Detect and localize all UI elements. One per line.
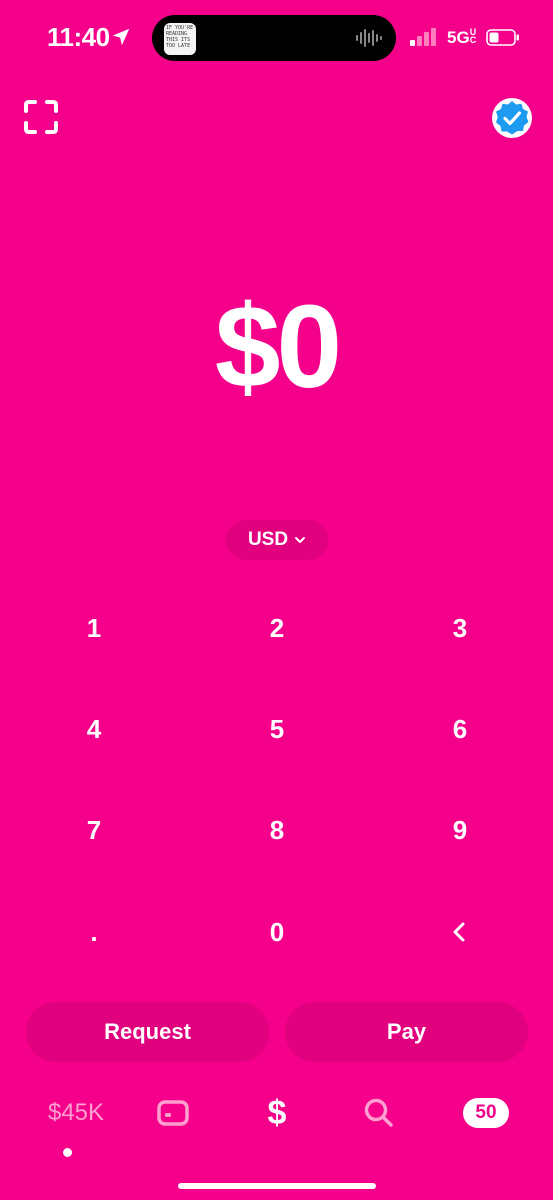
key-3[interactable]: 3: [400, 578, 520, 678]
dynamic-island[interactable]: IF YOU'RE READING THIS ITS TOO LATE: [152, 15, 396, 61]
cellular-signal-icon: [410, 28, 436, 46]
home-indicator[interactable]: [178, 1183, 376, 1189]
key-backspace[interactable]: [400, 882, 520, 982]
amount-display: $0: [214, 281, 342, 413]
tab-card[interactable]: [156, 1097, 190, 1129]
key-4[interactable]: 4: [34, 679, 154, 779]
audio-waveform-icon: [356, 29, 382, 47]
currency-label: USD: [247, 529, 289, 550]
chevron-down-icon: [295, 537, 306, 543]
search-icon: [364, 1098, 393, 1127]
key-decimal[interactable]: .: [34, 882, 154, 982]
key-5[interactable]: 5: [217, 679, 337, 779]
card-icon: [157, 1100, 189, 1126]
key-2[interactable]: 2: [217, 578, 337, 678]
key-8[interactable]: 8: [217, 780, 337, 880]
tab-money[interactable]: $: [260, 1094, 294, 1132]
battery-icon: [486, 29, 519, 46]
tab-activity-badge[interactable]: 50: [463, 1098, 509, 1128]
now-playing-thumbnail: IF YOU'RE READING THIS ITS TOO LATE: [164, 23, 196, 55]
qr-scan-icon[interactable]: [24, 100, 58, 134]
key-9[interactable]: 9: [400, 780, 520, 880]
network-type: 5GUC: [447, 27, 477, 48]
request-button[interactable]: Request: [26, 1002, 269, 1062]
tab-balance[interactable]: $45K: [36, 1098, 116, 1128]
status-time: 11:40: [47, 22, 110, 52]
active-tab-indicator: [63, 1148, 72, 1157]
location-arrow-icon: [112, 28, 130, 46]
key-0[interactable]: 0: [217, 882, 337, 982]
key-1[interactable]: 1: [34, 578, 154, 678]
key-7[interactable]: 7: [34, 780, 154, 880]
pay-button[interactable]: Pay: [285, 1002, 528, 1062]
key-6[interactable]: 6: [400, 679, 520, 779]
backspace-chevron-icon: [453, 922, 465, 942]
verified-badge-icon[interactable]: [491, 97, 533, 139]
bottom-tab-bar: $45K $ 50: [0, 1090, 553, 1170]
currency-selector[interactable]: USD: [226, 520, 328, 560]
status-bar: 11:40 IF YOU'RE READING THIS ITS TOO LAT…: [0, 0, 553, 80]
tab-search[interactable]: [362, 1096, 396, 1130]
